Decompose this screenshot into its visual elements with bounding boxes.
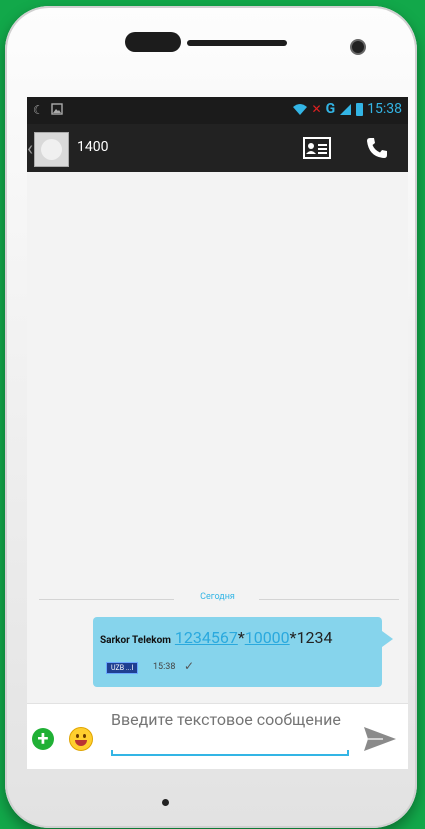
message-link-number[interactable]: 1234567 xyxy=(175,628,238,647)
action-bar: ‹ 1400 xyxy=(27,124,408,172)
message-body: Sarkor Telekom 1234567*10000*1234 xyxy=(100,628,333,647)
message-text-separator: * xyxy=(237,628,245,647)
date-label: Сегодня xyxy=(200,592,235,602)
earpiece xyxy=(125,32,181,52)
contact-card-icon[interactable] xyxy=(303,137,331,159)
message-bubble[interactable]: Sarkor Telekom 1234567*10000*1234 UZB ..… xyxy=(93,617,382,687)
clock: 15:38 xyxy=(367,101,402,117)
emoji-eye-right xyxy=(83,734,86,738)
emoji-icon[interactable] xyxy=(69,727,93,751)
network-type: G xyxy=(325,101,336,117)
status-bar: ☾ ✕ G 15:38 xyxy=(27,97,408,124)
back-chevron-icon[interactable]: ‹ xyxy=(27,136,33,160)
message-link-amount[interactable]: 10000 xyxy=(245,628,290,647)
battery-icon xyxy=(356,102,364,116)
check-icon: ✓ xyxy=(184,659,195,673)
composer: + xyxy=(27,703,408,769)
speaker-grille xyxy=(187,40,287,46)
contact-name[interactable]: 1400 xyxy=(77,139,108,155)
avatar-placeholder-icon xyxy=(41,139,62,160)
emoji-eye-left xyxy=(76,734,79,738)
add-attachment-button[interactable]: + xyxy=(32,728,54,750)
message-text-code: *1234 xyxy=(289,628,333,647)
front-camera xyxy=(350,39,366,55)
message-sender: Sarkor Telekom xyxy=(100,635,171,646)
input-underline-left xyxy=(111,750,113,756)
message-time: 15:38 xyxy=(153,662,176,672)
no-signal-icon: ✕ xyxy=(311,102,322,116)
home-button[interactable] xyxy=(162,799,169,806)
signal-icon xyxy=(340,103,352,115)
input-underline xyxy=(111,754,349,756)
avatar[interactable] xyxy=(34,132,69,167)
send-button[interactable] xyxy=(363,726,397,752)
sim-badge: UZB ...I xyxy=(106,662,139,674)
image-icon xyxy=(51,103,63,115)
status-indicators: ✕ G 15:38 xyxy=(292,101,402,117)
date-divider: Сегодня xyxy=(27,592,408,606)
bubble-tail xyxy=(382,631,393,647)
emoji-mouth xyxy=(75,740,87,746)
screen: ☾ ✕ G 15:38 ‹ 1400 Сегодня Sarkor Teleko… xyxy=(27,97,408,769)
phone-icon[interactable] xyxy=(365,136,389,160)
moon-icon: ☾ xyxy=(33,103,44,117)
input-underline-right xyxy=(347,750,349,756)
wifi-icon xyxy=(292,103,307,115)
divider-line-right xyxy=(259,599,399,600)
message-input[interactable] xyxy=(111,710,349,756)
